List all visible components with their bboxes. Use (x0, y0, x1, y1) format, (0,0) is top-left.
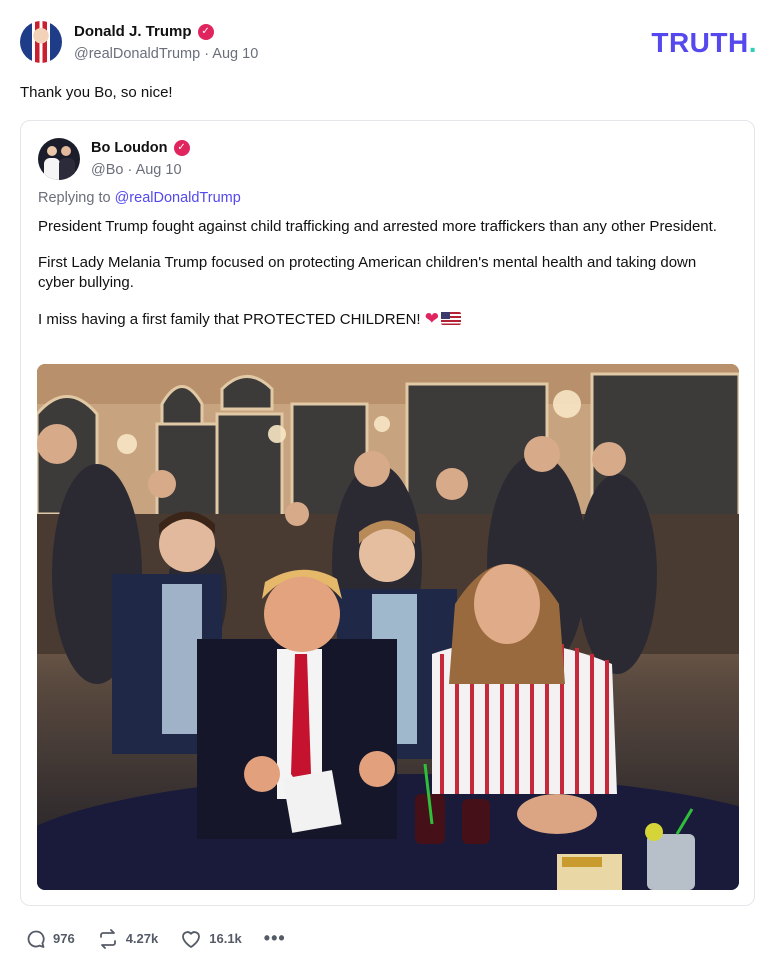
author-avatar[interactable] (20, 21, 62, 63)
verified-badge-icon: ✓ (197, 23, 214, 40)
retruth-icon (99, 928, 116, 949)
quoted-paragraph-3: I miss having a first family that PROTEC… (38, 309, 728, 330)
quoted-paragraph-1: President Trump fought against child tra… (38, 218, 717, 235)
quoted-post-card[interactable]: Bo Loudon ✓ @Bo · Aug 10 Replying to @re… (20, 120, 755, 906)
us-flag-icon (441, 312, 462, 325)
retruth-count: 4.27k (125, 931, 159, 946)
quoted-handle[interactable]: @Bo (91, 162, 123, 178)
quoted-name-row: Bo Loudon ✓ (91, 140, 190, 156)
author-name[interactable]: Donald J. Trump (74, 23, 192, 40)
logo-dot: . (748, 27, 757, 58)
quoted-body: President Trump fought against child tra… (38, 217, 728, 330)
author-name-row: Donald J. Trump ✓ (74, 23, 214, 40)
replying-to: Replying to @realDonaldTrump (38, 190, 241, 206)
author-meta: @realDonaldTrump · Aug 10 (74, 46, 258, 62)
retruth-button[interactable]: 4.27k (97, 928, 159, 949)
post-date[interactable]: Aug 10 (212, 46, 258, 62)
reply-button[interactable]: 976 (26, 929, 75, 949)
post-actions: 976 4.27k 16.1k ••• (26, 928, 286, 949)
like-count: 16.1k (209, 931, 242, 946)
logo-text: TRUTH (651, 27, 749, 58)
quoted-paragraph-2: First Lady Melania Trump focused on prot… (38, 254, 697, 291)
truth-logo[interactable]: TRUTH. (651, 27, 757, 59)
post-photo[interactable] (37, 364, 739, 890)
author-handle[interactable]: @realDonaldTrump (74, 46, 200, 62)
like-button[interactable]: 16.1k (180, 929, 242, 949)
quoted-paragraph-3-text: I miss having a first family that PROTEC… (38, 311, 421, 328)
photo-illustration (37, 364, 739, 890)
more-options-button[interactable]: ••• (264, 928, 286, 949)
red-heart-icon: ❤ (424, 309, 440, 328)
reply-count: 976 (53, 931, 75, 946)
heart-icon (182, 930, 201, 948)
quoted-date[interactable]: Aug 10 (136, 162, 182, 178)
quoted-author-avatar[interactable] (38, 138, 80, 180)
truth-post: Donald J. Trump ✓ @realDonaldTrump · Aug… (0, 0, 777, 969)
quoted-verified-badge-icon: ✓ (173, 140, 190, 156)
quoted-meta-separator: · (127, 162, 136, 178)
quoted-meta: @Bo · Aug 10 (91, 162, 182, 178)
replying-prefix: Replying to (38, 190, 111, 206)
reply-icon (27, 930, 45, 948)
post-text: Thank you Bo, so nice! (20, 84, 173, 101)
quoted-author-name[interactable]: Bo Loudon (91, 140, 168, 156)
replying-to-link[interactable]: @realDonaldTrump (115, 190, 241, 206)
